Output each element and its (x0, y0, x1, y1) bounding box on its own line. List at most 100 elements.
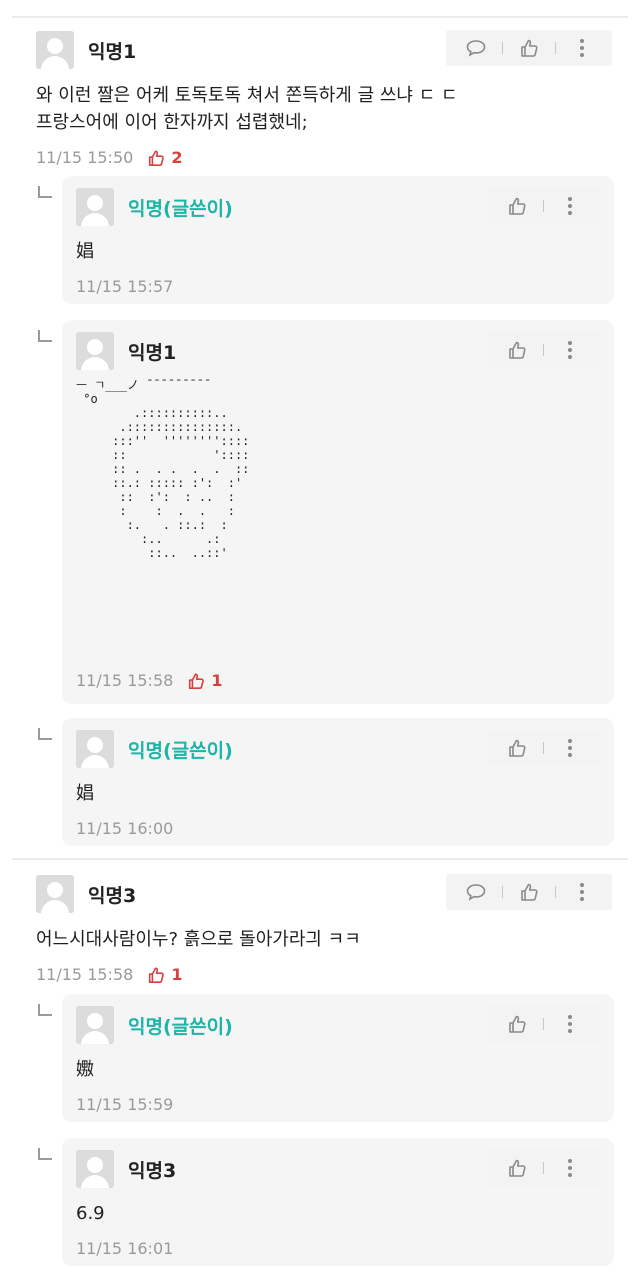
comment-divider (12, 858, 628, 860)
more-vertical-icon[interactable] (558, 1156, 582, 1180)
more-vertical-icon[interactable] (558, 194, 582, 218)
avatar[interactable] (76, 332, 114, 370)
like-count: 1 (187, 671, 222, 690)
divider (502, 886, 503, 898)
speech-bubble-icon[interactable] (464, 880, 488, 904)
reply-actions (487, 1150, 600, 1186)
avatar[interactable] (76, 188, 114, 226)
reply-arrow-icon (36, 728, 54, 744)
like-count: 1 (147, 965, 182, 984)
author-name[interactable]: 익명(글쓴이) (128, 736, 233, 763)
reply: 익명(글쓴이) 嫐 11/15 15:59 (36, 994, 614, 1122)
thumbs-up-icon (149, 149, 165, 166)
reply-header: 익명1 (76, 332, 600, 370)
reply: 익명(글쓴이) 娼 11/15 16:00 (36, 718, 614, 846)
author-name[interactable]: 익명(글쓴이) (128, 1012, 233, 1039)
reply-meta: 11/15 16:00 (76, 819, 600, 838)
reply-actions (487, 730, 600, 766)
more-vertical-icon[interactable] (558, 736, 582, 760)
thumbs-up-icon (189, 672, 205, 689)
author-name[interactable]: 익명1 (128, 338, 176, 365)
comment-text-line: 프랑스어에 이어 한자까지 섭렵했네; (36, 112, 308, 133)
thumbs-up-icon[interactable] (517, 880, 541, 904)
comment-header: 익명3 (36, 874, 612, 914)
divider (543, 1018, 544, 1030)
divider (543, 742, 544, 754)
timestamp: 11/15 15:57 (76, 277, 174, 296)
thumbs-up-icon[interactable] (505, 338, 529, 362)
reply-box: 익명1 ㅡ ㄱ___ノ ̄ ̄ ̄ ̄ ̄ ̄ ̄ ̄ ̄ °o .::::::… (62, 320, 614, 704)
comment-text: 어느시대사람이누? 흙으로 돌아가라긔 ㅋㅋ (36, 929, 361, 950)
like-count-value: 1 (211, 671, 223, 690)
reply-box: 익명(글쓴이) 嫐 11/15 15:59 (62, 994, 614, 1122)
timestamp: 11/15 15:50 (36, 148, 134, 167)
reply-header: 익명(글쓴이) (76, 730, 600, 768)
reply-box: 익명(글쓴이) 娼 11/15 15:57 (62, 176, 614, 304)
thumbs-up-icon[interactable] (517, 36, 541, 60)
more-vertical-icon[interactable] (570, 880, 594, 904)
like-count-value: 2 (171, 148, 183, 167)
divider (555, 42, 556, 54)
comment-header: 익명1 (36, 30, 612, 70)
top-divider (12, 16, 628, 18)
thumbs-up-icon[interactable] (505, 194, 529, 218)
reply-meta: 11/15 15:59 (76, 1095, 600, 1114)
like-count: 2 (147, 148, 182, 167)
reply-box: 익명(글쓴이) 娼 11/15 16:00 (62, 718, 614, 846)
reply-actions (487, 188, 600, 224)
reply: 익명(글쓴이) 娼 11/15 15:57 (36, 176, 614, 304)
thumbs-up-icon[interactable] (505, 1156, 529, 1180)
ascii-art: ㅡ ㄱ___ノ ̄ ̄ ̄ ̄ ̄ ̄ ̄ ̄ ̄ °o .::::::::::… (76, 378, 250, 560)
reply-arrow-icon (36, 1148, 54, 1164)
divider (543, 344, 544, 356)
reply-header: 익명(글쓴이) (76, 188, 600, 226)
reply: 익명1 ㅡ ㄱ___ノ ̄ ̄ ̄ ̄ ̄ ̄ ̄ ̄ ̄ °o .::::::… (36, 320, 614, 704)
author-name[interactable]: 익명3 (88, 881, 136, 908)
comment: 익명1 와 이런 짤은 어케 토독토독 쳐서 쫀득하게 글 쓰냐 ㄷ ㄷ 프랑스… (36, 30, 612, 167)
divider (555, 886, 556, 898)
avatar[interactable] (36, 31, 74, 69)
reply-arrow-icon (36, 330, 54, 346)
more-vertical-icon[interactable] (558, 1012, 582, 1036)
comment-actions (446, 874, 612, 910)
reply-text: 6.9 (76, 1203, 105, 1224)
comment-actions (446, 30, 612, 66)
reply: 익명3 6.9 11/15 16:01 (36, 1138, 614, 1266)
timestamp: 11/15 15:59 (76, 1095, 174, 1114)
avatar[interactable] (36, 875, 74, 913)
reply-text: 娼 (76, 241, 94, 262)
thumbs-up-icon[interactable] (505, 736, 529, 760)
avatar[interactable] (76, 1150, 114, 1188)
avatar[interactable] (76, 730, 114, 768)
comment-meta: 11/15 15:50 2 (36, 148, 612, 167)
reply-box: 익명3 6.9 11/15 16:01 (62, 1138, 614, 1266)
divider (502, 42, 503, 54)
author-name[interactable]: 익명1 (88, 37, 136, 64)
thumbs-up-icon[interactable] (505, 1012, 529, 1036)
speech-bubble-icon[interactable] (464, 36, 488, 60)
reply-meta: 11/15 16:01 (76, 1239, 600, 1258)
reply-actions (487, 1006, 600, 1042)
reply-meta: 11/15 15:58 1 (76, 671, 222, 690)
author-name[interactable]: 익명(글쓴이) (128, 194, 233, 221)
comment-text-line: 와 이런 짤은 어케 토독토독 쳐서 쫀득하게 글 쓰냐 ㄷ ㄷ (36, 85, 458, 106)
reply-meta: 11/15 15:57 (76, 277, 600, 296)
comment-text: 와 이런 짤은 어케 토독토독 쳐서 쫀득하게 글 쓰냐 ㄷ ㄷ 프랑스어에 이… (36, 82, 612, 136)
divider (543, 1162, 544, 1174)
timestamp: 11/15 16:01 (76, 1239, 174, 1258)
like-count-value: 1 (171, 965, 183, 984)
reply-arrow-icon (36, 1004, 54, 1020)
avatar[interactable] (76, 1006, 114, 1044)
timestamp: 11/15 15:58 (76, 671, 174, 690)
reply-header: 익명(글쓴이) (76, 1006, 600, 1044)
comment: 익명3 어느시대사람이누? 흙으로 돌아가라긔 ㅋㅋ 11/15 15:58 1 (36, 874, 612, 984)
reply-arrow-icon (36, 186, 54, 202)
reply-header: 익명3 (76, 1150, 600, 1188)
more-vertical-icon[interactable] (570, 36, 594, 60)
more-vertical-icon[interactable] (558, 338, 582, 362)
reply-actions (487, 332, 600, 368)
comment-meta: 11/15 15:58 1 (36, 965, 612, 984)
divider (543, 200, 544, 212)
timestamp: 11/15 15:58 (36, 965, 134, 984)
author-name[interactable]: 익명3 (128, 1156, 176, 1183)
